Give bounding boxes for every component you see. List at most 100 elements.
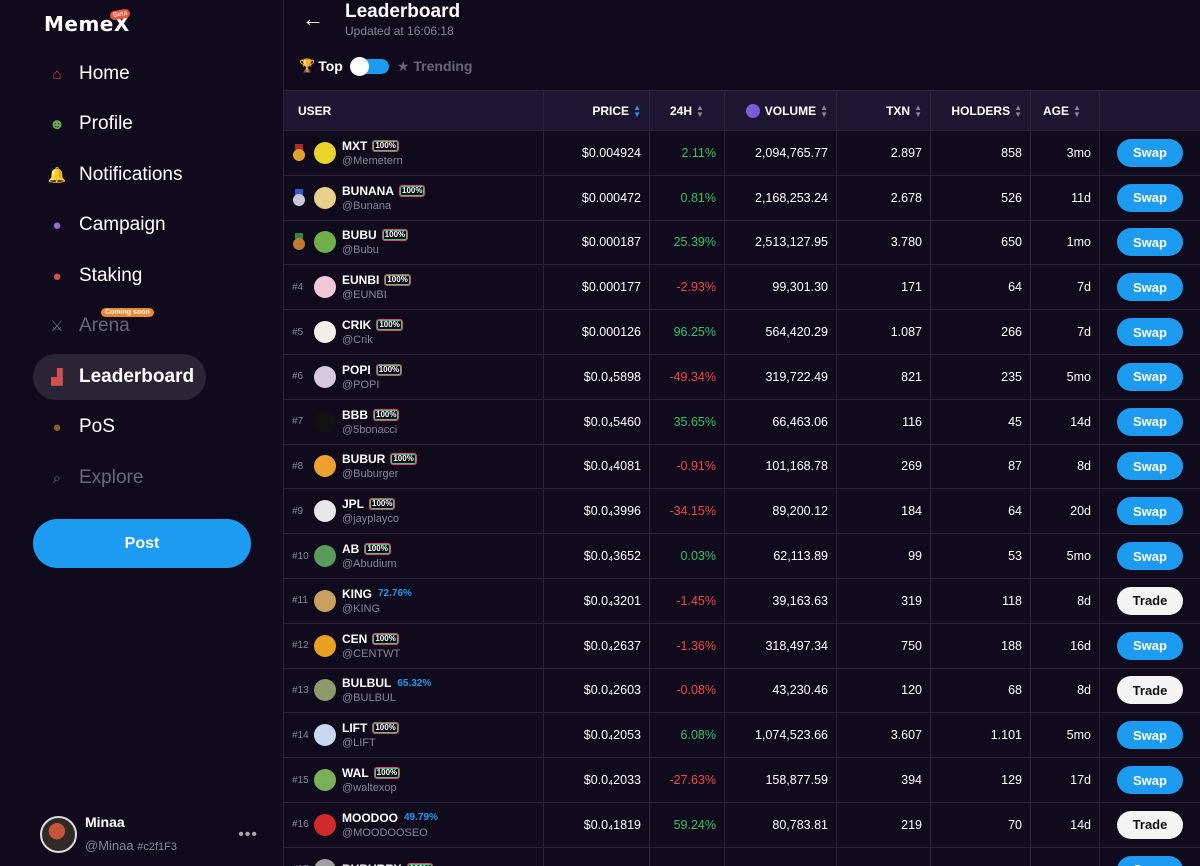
table-row[interactable]: #5 CRIK 100% @Crik $0.000126 96.25% 564,4… — [284, 310, 1200, 355]
table-row[interactable]: #7 BBB 100% @5bonacci $0.0₄5460 35.65% 66… — [284, 399, 1200, 445]
sidebar-item-campaign[interactable]: ● Campaign — [33, 202, 178, 248]
table-row[interactable]: #17 BUBURRY100% Swap — [284, 847, 1200, 866]
table-row[interactable]: #6 POPI 100% @POPI $0.0₄5898 -49.34% 319,… — [284, 354, 1200, 400]
token-handle[interactable]: @Abudium — [342, 558, 397, 570]
col-age[interactable]: AGE ▲ ▼ — [1031, 91, 1100, 131]
sidebar-item-home[interactable]: ⌂ Home — [33, 51, 142, 97]
token-avatar[interactable] — [314, 858, 336, 866]
token-symbol[interactable]: BBB — [342, 408, 368, 422]
col-volume[interactable]: VOLUME ▲ ▼ — [725, 91, 837, 131]
token-symbol[interactable]: KING — [342, 587, 372, 601]
token-handle[interactable]: @BULBUL — [342, 692, 431, 704]
token-handle[interactable]: @Bubu — [342, 244, 408, 256]
table-row[interactable]: #11 KING 72.76% @KING $0.0₄3201 -1.45% 39… — [284, 578, 1200, 624]
table-row[interactable]: #9 JPL 100% @jayplayco $0.0₄3996 -34.15% … — [284, 489, 1200, 535]
token-handle[interactable]: @EUNBI — [342, 289, 411, 301]
token-symbol[interactable]: BUNANA — [342, 184, 394, 198]
account-switcher[interactable]: Minaa @Minaa #c2f1F3 ••• — [40, 812, 270, 856]
swap-button[interactable]: Swap — [1117, 542, 1183, 571]
token-symbol[interactable]: BULBUL — [342, 676, 391, 690]
sidebar-item-profile[interactable]: ☻ Profile — [33, 101, 145, 147]
token-handle[interactable]: @KING — [342, 603, 412, 615]
swap-button[interactable]: Swap — [1117, 631, 1183, 660]
token-handle[interactable]: @LIFT — [342, 737, 399, 749]
table-row[interactable]: #14 LIFT 100% @LIFT $0.0₄2053 6.08% 1,074… — [284, 713, 1200, 759]
token-symbol[interactable]: LIFT — [342, 721, 367, 735]
token-avatar[interactable] — [314, 724, 336, 747]
table-row[interactable]: #10 AB 100% @Abudium $0.0₄3652 0.03% 62,1… — [284, 534, 1200, 579]
token-handle[interactable]: @5bonacci — [342, 424, 399, 436]
trade-button[interactable]: Trade — [1117, 810, 1183, 839]
token-avatar[interactable] — [314, 410, 336, 433]
token-symbol[interactable]: MXT — [342, 139, 367, 153]
col-holders[interactable]: HOLDERS ▲ ▼ — [931, 91, 1031, 131]
token-avatar[interactable] — [314, 500, 336, 523]
token-handle[interactable]: @Crik — [342, 334, 403, 346]
token-avatar[interactable] — [314, 321, 336, 344]
token-handle[interactable]: @jayplayco — [342, 513, 399, 525]
table-row[interactable]: MXT 100% @Memetern $0.004924 2.11% 2,094,… — [284, 131, 1200, 176]
token-handle[interactable]: @Memetern — [342, 155, 403, 167]
token-symbol[interactable]: WAL — [342, 766, 369, 780]
sidebar-item-staking[interactable]: ● Staking — [33, 253, 154, 299]
sidebar-item-pos[interactable]: ● PoS — [33, 404, 127, 450]
token-handle[interactable]: @Bunana — [342, 200, 425, 212]
token-avatar[interactable] — [314, 186, 336, 209]
sidebar-item-notifications[interactable]: 🔔 Notifications — [33, 152, 195, 198]
token-handle[interactable]: @CENTWT — [342, 648, 400, 660]
sidebar-item-leaderboard[interactable]: ▟ Leaderboard — [33, 354, 207, 400]
token-symbol[interactable]: EUNBI — [342, 273, 379, 287]
swap-button[interactable]: Swap — [1117, 855, 1183, 866]
sidebar-item-explore[interactable]: ⌕ Explore — [33, 455, 155, 501]
token-symbol[interactable]: BUBURRY — [342, 862, 402, 866]
table-row[interactable]: #15 WAL 100% @waltexop $0.0₄2033 -27.63% … — [284, 758, 1200, 803]
table-row[interactable]: #8 BUBUR 100% @Buburger $0.0₄4081 -0.91% … — [284, 444, 1200, 490]
swap-button[interactable]: Swap — [1117, 766, 1183, 795]
post-button[interactable]: Post — [33, 519, 251, 568]
swap-button[interactable]: Swap — [1117, 228, 1183, 257]
table-row[interactable]: BUNANA 100% @Bunana $0.000472 0.81% 2,168… — [284, 175, 1200, 221]
token-avatar[interactable] — [314, 276, 336, 299]
table-row[interactable]: #16 MOODOO 49.79% @MOODOOSEO $0.0₄1819 59… — [284, 802, 1200, 848]
toggle-top-label[interactable]: Top — [318, 58, 343, 74]
swap-button[interactable]: Swap — [1117, 497, 1183, 526]
swap-button[interactable]: Swap — [1117, 362, 1183, 391]
back-arrow-icon[interactable]: ← — [302, 6, 324, 32]
col-price[interactable]: PRICE ▲ ▼ — [544, 91, 650, 131]
swap-button[interactable]: Swap — [1117, 138, 1183, 167]
swap-button[interactable]: Swap — [1117, 183, 1183, 212]
token-symbol[interactable]: AB — [342, 542, 359, 556]
table-row[interactable]: #12 CEN 100% @CENTWT $0.0₄2637 -1.36% 318… — [284, 623, 1200, 669]
token-symbol[interactable]: BUBUR — [342, 452, 385, 466]
token-handle[interactable]: @MOODOOSEO — [342, 827, 438, 839]
token-handle[interactable]: @Buburger — [342, 468, 417, 480]
swap-button[interactable]: Swap — [1117, 721, 1183, 750]
token-symbol[interactable]: MOODOO — [342, 811, 398, 825]
token-handle[interactable]: @POPI — [342, 379, 402, 391]
toggle-trending-label[interactable]: Trending — [413, 58, 472, 74]
table-row[interactable]: BUBU 100% @Bubu $0.000187 25.39% 2,513,12… — [284, 220, 1200, 266]
token-symbol[interactable]: JPL — [342, 497, 364, 511]
token-symbol[interactable]: CEN — [342, 632, 367, 646]
swap-button[interactable]: Swap — [1117, 407, 1183, 436]
trade-button[interactable]: Trade — [1117, 676, 1183, 705]
token-avatar[interactable] — [314, 769, 336, 792]
token-symbol[interactable]: BUBU — [342, 228, 377, 242]
token-avatar[interactable] — [314, 141, 336, 164]
col-24h[interactable]: 24H ▲ ▼ — [650, 91, 725, 131]
table-row[interactable]: #13 BULBUL 65.32% @BULBUL $0.0₄2603 -0.08… — [284, 668, 1200, 714]
swap-button[interactable]: Swap — [1117, 452, 1183, 481]
token-avatar[interactable] — [314, 679, 336, 702]
table-row[interactable]: #4 EUNBI 100% @EUNBI $0.000177 -2.93% 99,… — [284, 265, 1200, 311]
token-avatar[interactable] — [314, 365, 336, 388]
token-symbol[interactable]: CRIK — [342, 318, 371, 332]
token-avatar[interactable] — [314, 634, 336, 657]
token-avatar[interactable] — [314, 813, 336, 836]
token-avatar[interactable] — [314, 231, 336, 254]
token-handle[interactable]: @waltexop — [342, 782, 400, 794]
token-avatar[interactable] — [314, 545, 336, 568]
trade-button[interactable]: Trade — [1117, 586, 1183, 615]
token-avatar[interactable] — [314, 589, 336, 612]
col-txn[interactable]: TXN ▲ ▼ — [837, 91, 931, 131]
token-symbol[interactable]: POPI — [342, 363, 371, 377]
